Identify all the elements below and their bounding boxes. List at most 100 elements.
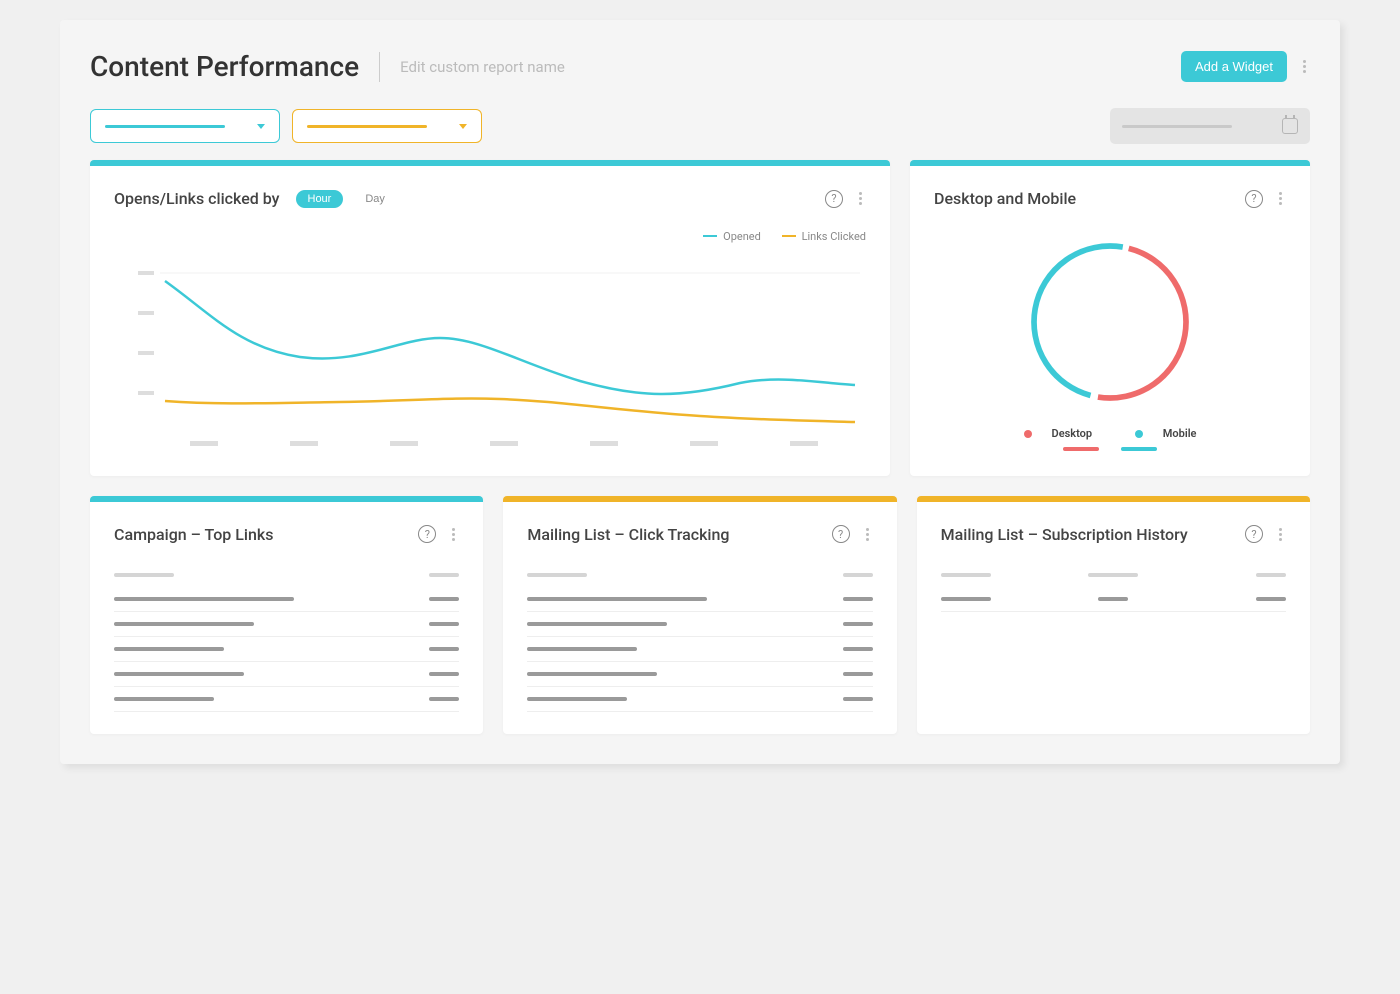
card-title: Mailing List – Subscription History (941, 525, 1188, 544)
legend-label: Mobile (1163, 427, 1197, 440)
card-more-menu[interactable] (1275, 188, 1286, 209)
card-top-links: Campaign – Top Links ? (90, 496, 483, 734)
legend-bar-desktop (1063, 447, 1099, 451)
slice-desktop (1022, 234, 1198, 410)
cell-placeholder (843, 672, 873, 676)
series-links-clicked (165, 398, 855, 422)
line-chart (114, 253, 866, 453)
column-header-placeholder (114, 573, 174, 577)
filter-placeholder-icon (307, 125, 427, 128)
page-more-menu[interactable] (1299, 56, 1310, 77)
cell-placeholder (843, 597, 873, 601)
help-icon[interactable]: ? (832, 525, 850, 543)
list-row[interactable] (114, 587, 459, 612)
card-title: Opens/Links clicked by (114, 189, 280, 208)
cell-placeholder (114, 597, 294, 601)
toggle-day[interactable]: Day (353, 190, 397, 208)
help-icon[interactable]: ? (1245, 525, 1263, 543)
time-granularity-toggle: Hour Day (296, 190, 397, 208)
date-placeholder-icon (1122, 125, 1232, 128)
list-row[interactable] (114, 612, 459, 637)
card-desktop-mobile: Desktop and Mobile ? Desktop Mobile (910, 160, 1310, 476)
list-row[interactable] (114, 662, 459, 687)
cell-placeholder (1256, 597, 1286, 601)
dashboard-page: Content Performance Edit custom report n… (60, 20, 1340, 764)
card-more-menu[interactable] (448, 524, 459, 545)
card-title: Campaign – Top Links (114, 525, 273, 544)
cell-placeholder (429, 672, 459, 676)
column-header-placeholder (527, 573, 587, 577)
cell-placeholder (527, 597, 707, 601)
legend-bar-mobile (1121, 447, 1157, 451)
cell-placeholder (527, 672, 657, 676)
add-widget-button[interactable]: Add a Widget (1181, 51, 1287, 82)
legend-dot-desktop (1024, 430, 1032, 438)
column-header-placeholder (1088, 573, 1138, 577)
list-row[interactable] (941, 587, 1286, 612)
list-header (527, 563, 872, 587)
card-title: Desktop and Mobile (934, 189, 1076, 208)
calendar-icon (1282, 118, 1298, 134)
cell-placeholder (527, 697, 627, 701)
list-header (941, 563, 1286, 587)
card-opens-links: Opens/Links clicked by Hour Day ? Opened… (90, 160, 890, 476)
help-icon[interactable]: ? (825, 190, 843, 208)
column-header-placeholder (429, 573, 459, 577)
cell-placeholder (429, 597, 459, 601)
cell-placeholder (527, 647, 637, 651)
list-row[interactable] (527, 662, 872, 687)
cell-placeholder (114, 672, 244, 676)
cell-placeholder (527, 622, 667, 626)
chevron-down-icon (257, 124, 265, 129)
cell-placeholder (1098, 597, 1128, 601)
help-icon[interactable]: ? (418, 525, 436, 543)
cell-placeholder (843, 697, 873, 701)
donut-chart (1015, 227, 1205, 417)
cell-placeholder (114, 647, 224, 651)
donut-legend: Desktop Mobile (934, 427, 1286, 454)
cell-placeholder (843, 647, 873, 651)
chart-legend: Opened Links Clicked (114, 227, 866, 243)
slice-mobile (1022, 234, 1198, 410)
column-header-placeholder (843, 573, 873, 577)
legend-label: Opened (723, 230, 761, 243)
list-row[interactable] (527, 687, 872, 712)
date-range-picker[interactable] (1110, 108, 1310, 144)
legend-swatch-opened (703, 235, 717, 237)
legend-dot-mobile (1135, 430, 1143, 438)
page-header: Content Performance Edit custom report n… (90, 50, 1310, 83)
cell-placeholder (114, 622, 254, 626)
cell-placeholder (429, 697, 459, 701)
report-name-edit[interactable]: Edit custom report name (400, 58, 565, 76)
filter-placeholder-icon (105, 125, 225, 128)
chevron-down-icon (459, 124, 467, 129)
legend-swatch-links (782, 235, 796, 237)
column-header-placeholder (941, 573, 991, 577)
filter-dropdown-secondary[interactable] (292, 109, 482, 143)
cell-placeholder (114, 697, 214, 701)
card-more-menu[interactable] (1275, 524, 1286, 545)
card-subscription-history: Mailing List – Subscription History ? (917, 496, 1310, 734)
help-icon[interactable]: ? (1245, 190, 1263, 208)
legend-label: Links Clicked (802, 230, 866, 243)
toggle-hour[interactable]: Hour (296, 190, 344, 208)
cell-placeholder (843, 622, 873, 626)
list-row[interactable] (114, 687, 459, 712)
filter-dropdown-primary[interactable] (90, 109, 280, 143)
filters-row (90, 108, 1310, 144)
list-row[interactable] (527, 612, 872, 637)
list-header (114, 563, 459, 587)
card-more-menu[interactable] (855, 188, 866, 209)
cell-placeholder (941, 597, 991, 601)
series-opened (165, 281, 855, 394)
card-title: Mailing List – Click Tracking (527, 525, 729, 544)
cell-placeholder (429, 647, 459, 651)
list-row[interactable] (114, 637, 459, 662)
card-click-tracking: Mailing List – Click Tracking ? (503, 496, 896, 734)
title-divider (379, 52, 380, 82)
list-row[interactable] (527, 637, 872, 662)
list-row[interactable] (527, 587, 872, 612)
legend-label: Desktop (1052, 427, 1093, 440)
card-more-menu[interactable] (862, 524, 873, 545)
column-header-placeholder (1256, 573, 1286, 577)
